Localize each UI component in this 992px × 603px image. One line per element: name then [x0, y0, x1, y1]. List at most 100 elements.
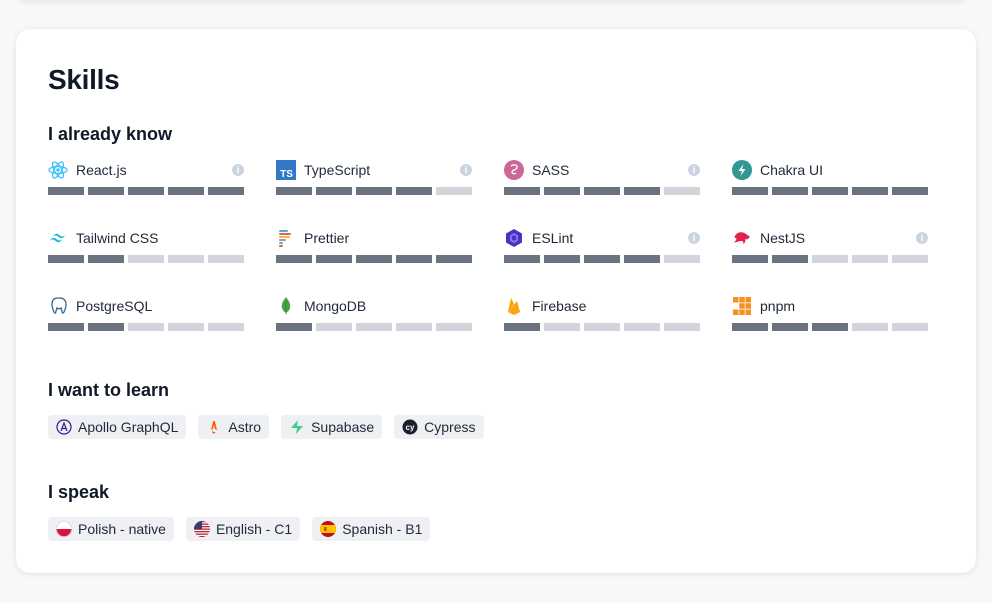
skill-name: pnpm	[760, 298, 796, 314]
skill-item: PostgreSQL	[48, 295, 244, 363]
info-icon[interactable]: i	[688, 232, 700, 244]
level-segment-empty	[316, 323, 352, 331]
skill-item: Prettier	[276, 227, 472, 295]
level-segment-filled	[356, 187, 392, 195]
skill-item: ESLint i	[504, 227, 700, 295]
level-segment-empty	[168, 323, 204, 331]
level-segment-empty	[664, 323, 700, 331]
level-segment-filled	[276, 323, 312, 331]
tag-label: English - C1	[215, 521, 293, 537]
level-segment-filled	[584, 187, 620, 195]
level-segment-empty	[892, 323, 928, 331]
cypress-icon: cy	[402, 419, 418, 435]
skill-name: PostgreSQL	[76, 298, 153, 314]
level-segment-filled	[504, 255, 540, 263]
level-segment-filled	[276, 187, 312, 195]
level-segment-filled	[812, 323, 848, 331]
learn-heading: I want to learn	[48, 380, 170, 400]
usa-flag-icon	[193, 521, 210, 537]
level-segment-filled	[772, 255, 808, 263]
level-segment-filled	[504, 187, 540, 195]
level-segment-filled	[48, 187, 84, 195]
level-segment-filled	[316, 187, 352, 195]
skill-name: Tailwind CSS	[76, 230, 159, 246]
tag-chip: English - C1	[185, 517, 301, 541]
level-segment-filled	[544, 187, 580, 195]
known-heading: I already know	[48, 124, 173, 144]
learn-tags: Apollo GraphQL Astro Supabase cy Cypress	[48, 415, 944, 439]
typescript-icon: TS	[276, 160, 296, 180]
svg-text:TS: TS	[280, 169, 293, 180]
skill-header: MongoDB	[276, 295, 472, 317]
level-segment-filled	[812, 187, 848, 195]
level-segment-empty	[396, 323, 432, 331]
level-segment-filled	[772, 323, 808, 331]
react-icon	[48, 160, 68, 180]
tag-chip: Polish - native	[48, 517, 174, 541]
level-segment-filled	[128, 187, 164, 195]
nestjs-icon	[732, 228, 752, 248]
skill-level-bar	[732, 323, 928, 331]
skill-item: Tailwind CSS	[48, 227, 244, 295]
level-segment-empty	[128, 323, 164, 331]
level-segment-filled	[892, 187, 928, 195]
spain-flag-icon	[320, 521, 337, 537]
skill-level-bar	[48, 187, 244, 195]
apollo-icon	[56, 419, 72, 435]
tailwind-icon	[48, 228, 68, 248]
level-segment-empty	[852, 323, 888, 331]
info-icon[interactable]: i	[688, 164, 700, 176]
skill-name: Firebase	[532, 298, 587, 314]
astro-icon	[206, 419, 222, 435]
level-segment-filled	[504, 323, 540, 331]
tag-chip: cy Cypress	[394, 415, 484, 439]
skill-level-bar	[48, 323, 244, 331]
skill-header: ESLint i	[504, 227, 700, 249]
level-segment-filled	[88, 323, 124, 331]
level-segment-empty	[436, 323, 472, 331]
info-icon[interactable]: i	[232, 164, 244, 176]
level-segment-filled	[624, 187, 660, 195]
skill-level-bar	[504, 255, 700, 263]
level-segment-filled	[584, 255, 620, 263]
level-segment-empty	[128, 255, 164, 263]
speak-heading: I speak	[48, 482, 110, 502]
skill-level-bar	[732, 255, 928, 263]
firebase-icon	[504, 296, 524, 316]
skill-item: NestJS i	[732, 227, 928, 295]
skill-header: PostgreSQL	[48, 295, 244, 317]
tag-label: Polish - native	[78, 521, 166, 537]
level-segment-filled	[732, 323, 768, 331]
skill-header: TS TypeScript i	[276, 159, 472, 181]
level-segment-filled	[732, 187, 768, 195]
level-segment-empty	[624, 323, 660, 331]
level-segment-empty	[356, 323, 392, 331]
tag-label: Apollo GraphQL	[78, 419, 179, 435]
skill-item: MongoDB	[276, 295, 472, 363]
level-segment-empty	[168, 255, 204, 263]
skill-name: Prettier	[304, 230, 350, 246]
skill-level-bar	[276, 323, 472, 331]
level-segment-filled	[208, 187, 244, 195]
tag-label: Astro	[228, 419, 262, 435]
tag-label: Cypress	[424, 419, 476, 435]
level-segment-empty	[664, 255, 700, 263]
skill-level-bar	[276, 187, 472, 195]
skill-header: SASS i	[504, 159, 700, 181]
skill-header: React.js i	[48, 159, 244, 181]
level-segment-empty	[436, 187, 472, 195]
level-segment-empty	[584, 323, 620, 331]
skill-header: Tailwind CSS	[48, 227, 244, 249]
tag-chip: Apollo GraphQL	[48, 415, 187, 439]
level-segment-empty	[208, 323, 244, 331]
skill-name: React.js	[76, 162, 127, 178]
speak-tags: Polish - native English - C1 Spanish - B1	[48, 517, 944, 541]
level-segment-filled	[852, 187, 888, 195]
skill-header: Firebase	[504, 295, 700, 317]
skill-item: SASS i	[504, 159, 700, 227]
level-segment-filled	[168, 187, 204, 195]
info-icon[interactable]: i	[916, 232, 928, 244]
skill-name: MongoDB	[304, 298, 367, 314]
skill-name: SASS	[532, 162, 570, 178]
info-icon[interactable]: i	[460, 164, 472, 176]
